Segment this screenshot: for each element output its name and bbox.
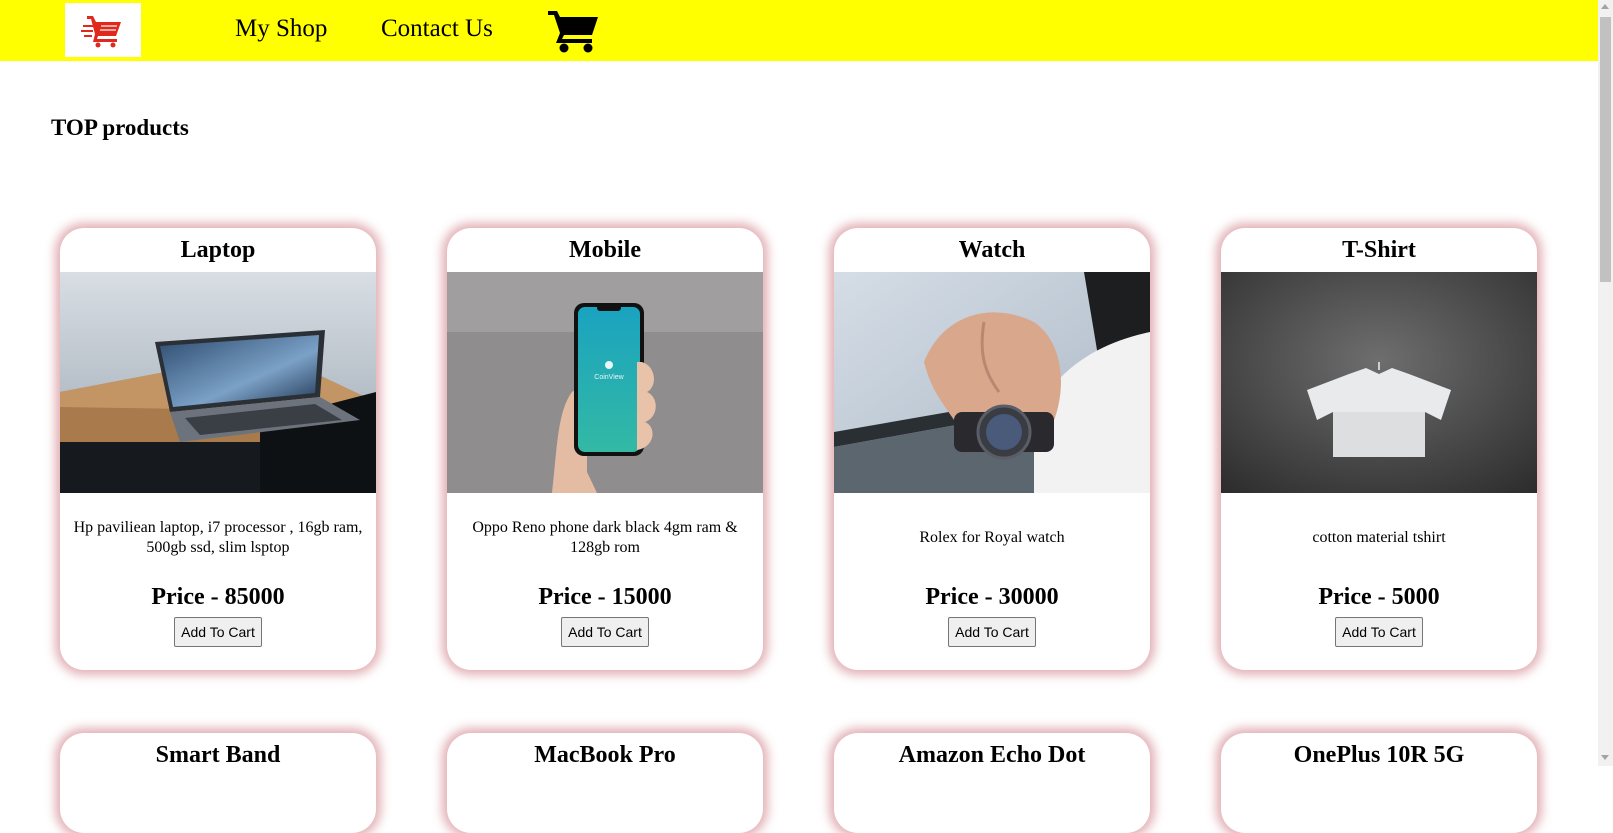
product-title: Mobile	[569, 237, 641, 263]
product-title: MacBook Pro	[534, 742, 676, 768]
add-to-cart-button[interactable]: Add To Cart	[561, 617, 649, 647]
product-price: Price - 5000	[1318, 584, 1440, 610]
logo[interactable]	[65, 3, 141, 57]
product-card-tshirt: T-Shirt cotton material tshirt Price - 5…	[1221, 228, 1537, 670]
tshirt-photo	[1221, 272, 1537, 493]
scrollbar-thumb[interactable]	[1600, 17, 1611, 282]
product-card-laptop: Laptop Hp paviliean laptop, i7 processor…	[60, 228, 376, 670]
product-card-mobile: Mobile CoinView Oppo Reno phone dark bla…	[447, 228, 763, 670]
product-description: cotton material tshirt	[1312, 529, 1446, 546]
product-card-oneplus: OnePlus 10R 5G	[1221, 733, 1537, 833]
product-card-watch: Watch Rolex for Royal watch Price - 3000…	[834, 228, 1150, 670]
cart-icon	[548, 11, 598, 53]
product-title: T-Shirt	[1342, 237, 1416, 263]
product-card-echo-dot: Amazon Echo Dot	[834, 733, 1150, 833]
scroll-down-arrow-icon[interactable]	[1601, 755, 1609, 760]
product-title: OnePlus 10R 5G	[1293, 742, 1465, 768]
product-title: Amazon Echo Dot	[898, 742, 1086, 768]
product-title: Laptop	[180, 237, 256, 263]
mobile-photo: CoinView	[447, 272, 763, 493]
nav-contact-us[interactable]: Contact Us	[381, 14, 493, 44]
product-title: Smart Band	[155, 742, 281, 768]
product-card-smart-band: Smart Band	[60, 733, 376, 833]
product-title: Watch	[958, 237, 1026, 263]
watch-photo	[834, 272, 1150, 493]
vertical-scrollbar[interactable]	[1598, 0, 1613, 766]
scroll-up-arrow-icon[interactable]	[1601, 4, 1609, 9]
product-card-macbook-pro: MacBook Pro	[447, 733, 763, 833]
phone-screen-text: CoinView	[594, 374, 624, 381]
section-title: TOP products	[51, 115, 189, 140]
cart-link[interactable]	[548, 9, 600, 53]
product-price: Price - 15000	[538, 584, 672, 610]
product-price: Price - 30000	[925, 584, 1059, 610]
add-to-cart-button[interactable]: Add To Cart	[948, 617, 1036, 647]
add-to-cart-button[interactable]: Add To Cart	[174, 617, 262, 647]
product-description: Rolex for Royal watch	[919, 529, 1065, 546]
add-to-cart-button[interactable]: Add To Cart	[1335, 617, 1423, 647]
product-price: Price - 85000	[151, 584, 285, 610]
product-description: Hp paviliean laptop, i7 processor , 16gb…	[73, 519, 363, 556]
navbar: My Shop Contact Us	[0, 0, 1598, 61]
laptop-photo	[60, 272, 376, 493]
nav-my-shop[interactable]: My Shop	[235, 14, 327, 44]
shopping-cart-logo-icon	[81, 16, 121, 48]
product-description: Oppo Reno phone dark black 4gm ram & 128…	[472, 519, 738, 556]
